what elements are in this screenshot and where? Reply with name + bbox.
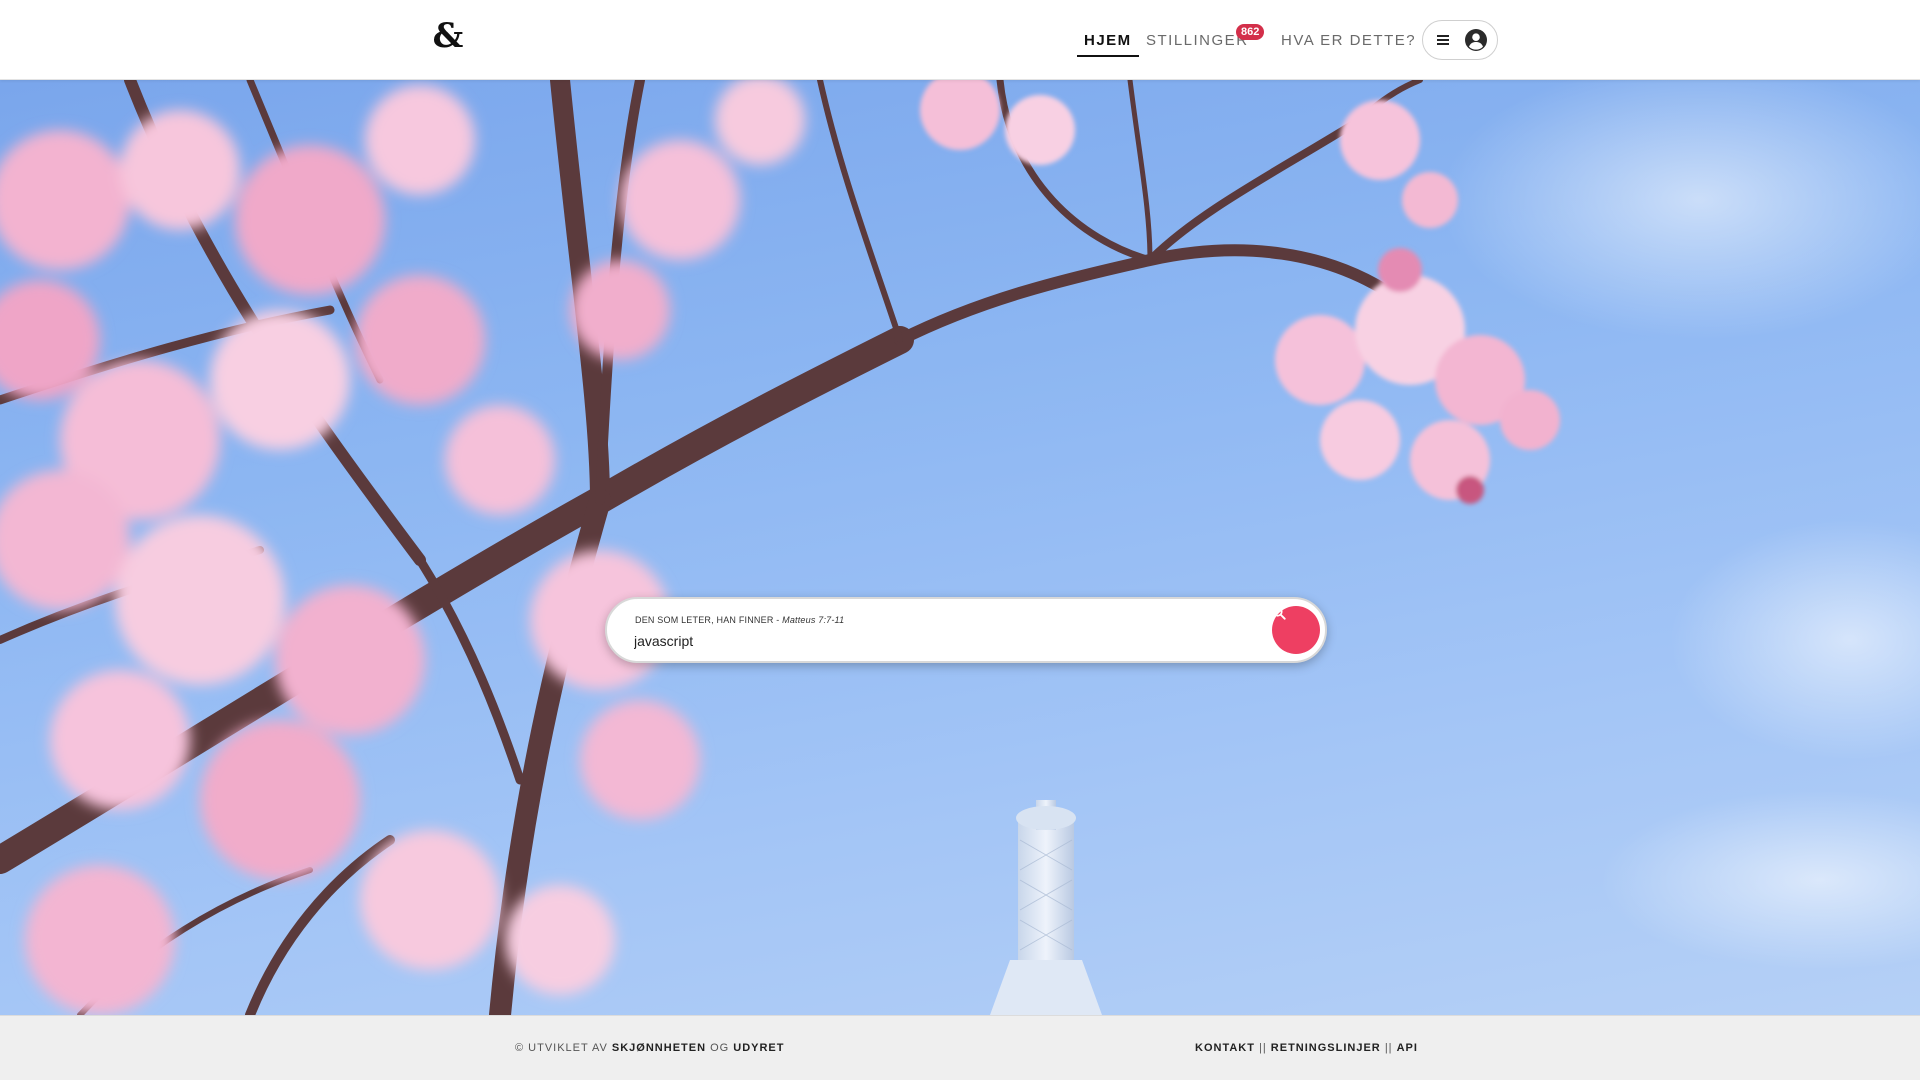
- logo-ampersand[interactable]: &: [430, 16, 466, 56]
- hero-background-image: DEN SOM LETER, HAN FINNER - Matteus 7:7-…: [0, 80, 1920, 1015]
- search-box: DEN SOM LETER, HAN FINNER - Matteus 7:7-…: [605, 597, 1327, 663]
- footer-credit-name1[interactable]: SKJØNNHETEN: [612, 1042, 706, 1054]
- tower-silhouette: [990, 800, 1102, 1015]
- search-button[interactable]: [1272, 606, 1320, 654]
- footer-link-guidelines[interactable]: RETNINGSLINJER: [1271, 1042, 1381, 1054]
- nav-jobs[interactable]: STILLINGER: [1146, 0, 1249, 80]
- top-nav-bar: & HJEM STILLINGER 862 HVA ER DETTE?: [0, 0, 1920, 80]
- footer-credit: © UTVIKLET AV SKJØNNHETEN OG UDYRET: [515, 1042, 785, 1054]
- footer-link-api[interactable]: API: [1397, 1042, 1418, 1054]
- jobs-count-badge: 862: [1236, 24, 1265, 40]
- search-icon: [1272, 606, 1286, 620]
- search-input[interactable]: [634, 631, 1214, 651]
- nav-about[interactable]: HVA ER DETTE?: [1281, 0, 1416, 80]
- footer-separator: ||: [1380, 1042, 1397, 1054]
- footer: © UTVIKLET AV SKJØNNHETEN OG UDYRET KONT…: [0, 1015, 1920, 1080]
- search-tagline-text: DEN SOM LETER, HAN FINNER -: [635, 615, 783, 625]
- hamburger-icon: [1437, 35, 1449, 45]
- search-tagline: DEN SOM LETER, HAN FINNER - Matteus 7:7-…: [635, 615, 844, 625]
- cherry-blossom-scene: [0, 80, 1920, 1015]
- footer-credit-and: OG: [706, 1042, 734, 1054]
- nav-home[interactable]: HJEM: [1077, 0, 1139, 80]
- user-circle-icon: [1465, 29, 1487, 51]
- account-menu-button[interactable]: [1422, 20, 1498, 60]
- search-tagline-reference: Matteus 7:7-11: [782, 615, 845, 625]
- footer-separator: ||: [1254, 1042, 1271, 1054]
- footer-credit-name2[interactable]: UDYRET: [733, 1042, 784, 1054]
- footer-link-contact[interactable]: KONTAKT: [1195, 1042, 1255, 1054]
- footer-credit-prefix: © UTVIKLET AV: [515, 1042, 612, 1054]
- footer-links: KONTAKT || RETNINGSLINJER || API: [1195, 1042, 1418, 1054]
- blossom-clusters: [0, 80, 805, 1015]
